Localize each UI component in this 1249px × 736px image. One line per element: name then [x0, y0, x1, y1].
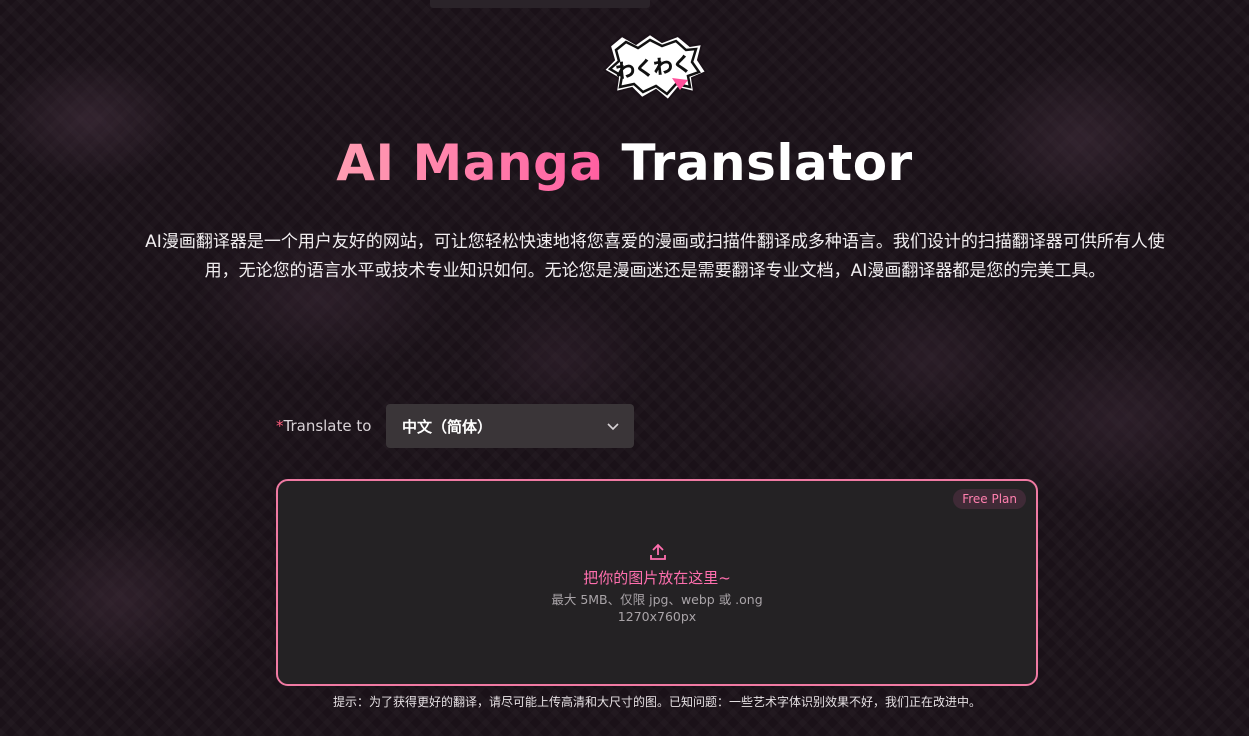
translate-label: *Translate to	[276, 417, 386, 435]
burst-logo-icon: わくわく	[602, 32, 708, 102]
page-description: AI漫画翻译器是一个用户友好的网站，可让您轻松快速地将您喜爱的漫画或扫描件翻译成…	[145, 232, 1165, 281]
page-title: AI Manga Translator	[0, 130, 1249, 196]
language-select-value: 中文（简体）	[402, 417, 493, 436]
image-dropzone[interactable]: Free Plan 把你的图片放在这里~ 最大 5MB、仅限 jpg、webp …	[276, 479, 1038, 686]
tip-text: 提示：为了获得更好的翻译，请尽可能上传高清和大尺寸的图。已知问题：一些艺术字体识…	[332, 695, 981, 709]
upload-icon	[649, 543, 667, 561]
language-select[interactable]: 中文（简体）	[386, 404, 634, 448]
required-mark: *	[276, 417, 284, 435]
dropzone-size-text: 1270x760px	[617, 609, 697, 624]
dropzone-limits-text: 最大 5MB、仅限 jpg、webp 或 .ong	[551, 592, 763, 607]
chevron-down-icon	[606, 419, 620, 433]
page-title-rest: Translator	[621, 134, 913, 192]
free-plan-badge: Free Plan	[953, 489, 1026, 509]
logo: わくわく	[602, 32, 708, 104]
translate-row: *Translate to 中文（简体）	[276, 404, 634, 448]
page-title-accent: AI Manga	[336, 134, 604, 192]
top-bar	[430, 0, 650, 8]
translate-label-text: Translate to	[283, 417, 372, 435]
dropzone-main-text: 把你的图片放在这里~	[583, 569, 731, 587]
